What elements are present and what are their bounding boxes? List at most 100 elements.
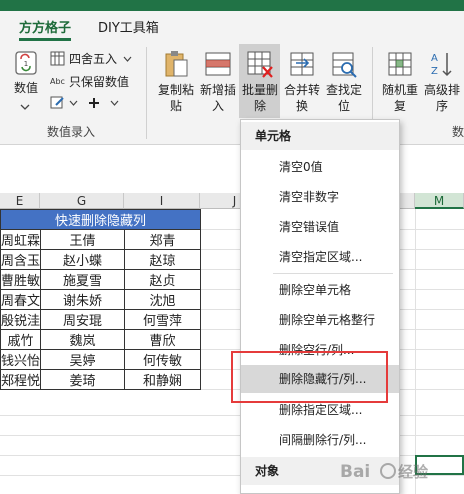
- table-row: 周春文 谢朱娇 沈旭: [0, 289, 202, 310]
- table-cell[interactable]: 赵琼: [124, 249, 202, 270]
- watermark: Bai 经验: [338, 454, 458, 488]
- menu-item-clear-zero[interactable]: 清空0值: [241, 153, 399, 181]
- column-header-m[interactable]: M: [415, 193, 464, 209]
- menu-item-delete-empty-rows[interactable]: 删除空单元格整行: [241, 306, 399, 334]
- value-convert-icon: 1: [15, 51, 37, 75]
- column-header-e[interactable]: E: [0, 193, 40, 209]
- table-cell[interactable]: 吴婷: [40, 349, 126, 370]
- advanced-sort-label-1: 高级排: [423, 83, 460, 97]
- group-label-partial: 数: [452, 125, 464, 139]
- delete-grid-icon: [247, 51, 273, 78]
- table-row: 周虹霖 王倩 郑青: [0, 229, 202, 250]
- column-header-g[interactable]: G: [40, 193, 124, 209]
- group-label-value-input: 数值录入: [47, 125, 96, 139]
- round-label: 四舍五入: [69, 52, 118, 66]
- chevron-down-icon: [69, 100, 78, 106]
- table-title-cell[interactable]: 快速删除隐藏列: [0, 209, 202, 230]
- data-table[interactable]: 快速删除隐藏列 周虹霖 王倩 郑青 周含玉 赵小蝶 赵琼 曹胜敏 施夏雪 赵贞 …: [0, 209, 202, 390]
- menu-item-clear-errors[interactable]: 清空错误值: [241, 213, 399, 241]
- menu-separator: [273, 273, 393, 274]
- edit-button[interactable]: [50, 95, 119, 110]
- copy-paste-label-2: 贴: [169, 99, 182, 113]
- table-cell[interactable]: 姜琦: [40, 369, 126, 390]
- new-insert-button[interactable]: 新增插 入: [198, 49, 238, 114]
- svg-text:Z: Z: [431, 66, 438, 77]
- svg-text:Bai: Bai: [340, 462, 370, 482]
- batch-delete-label-1: 批量删: [241, 83, 278, 97]
- new-insert-label-1: 新增插: [199, 83, 236, 97]
- table-cell[interactable]: 谢朱娇: [40, 289, 126, 310]
- random-grid-icon: [388, 52, 412, 76]
- advanced-sort-button[interactable]: A Z 高级排 序: [422, 49, 462, 114]
- title-bar: [0, 0, 464, 11]
- table-cell[interactable]: 魏岚: [40, 329, 126, 350]
- merge-convert-label-2: 换: [295, 99, 308, 113]
- insert-table-icon: [205, 52, 231, 76]
- menu-item-clear-non-numeric[interactable]: 清空非数字: [241, 183, 399, 211]
- table-row: 戚竹 魏岚 曹欣: [0, 329, 202, 350]
- table-cell[interactable]: 何传敏: [124, 349, 202, 370]
- find-locate-button[interactable]: 查找定 位: [324, 49, 364, 114]
- chevron-down-icon: [123, 56, 132, 62]
- table-cell[interactable]: 曹胜敏: [0, 269, 42, 290]
- table-row: 周含玉 赵小蝶 赵琼: [0, 249, 202, 270]
- sort-az-icon: A Z: [431, 53, 452, 77]
- random-repeat-label-2: 复: [393, 99, 406, 113]
- table-cell[interactable]: 周春文: [0, 289, 42, 310]
- value-button[interactable]: 1 数值: [8, 49, 44, 96]
- menu-item-clear-range[interactable]: 清空指定区域...: [241, 243, 399, 271]
- table-row: 钱兴怡 吴婷 何传敏: [0, 349, 202, 370]
- menu-item-interval-delete[interactable]: 间隔删除行/列...: [241, 426, 399, 454]
- abc-icon: Abc: [50, 77, 65, 86]
- tab-fangfanggezi[interactable]: 方方格子: [19, 17, 71, 36]
- chevron-down-icon[interactable]: [20, 104, 30, 110]
- table-cell[interactable]: 沈旭: [124, 289, 202, 310]
- merge-convert-button[interactable]: 合并转 换: [282, 49, 322, 114]
- keep-values-button[interactable]: Abc 只保留数值: [50, 73, 129, 90]
- plus-icon[interactable]: [88, 97, 100, 109]
- table-cell[interactable]: 王倩: [40, 229, 126, 250]
- clipboard-icon: [165, 51, 188, 77]
- keep-values-label: 只保留数值: [69, 75, 130, 89]
- table-cell[interactable]: 钱兴怡: [0, 349, 42, 370]
- menu-item-delete-empty-cells[interactable]: 删除空单元格: [241, 276, 399, 304]
- copy-paste-button[interactable]: 复制粘 贴: [156, 49, 196, 114]
- table-cell[interactable]: 周含玉: [0, 249, 42, 270]
- tab-diy-toolbox[interactable]: DIY工具箱: [98, 17, 159, 36]
- baidu-watermark-logo: Bai 经验: [340, 462, 429, 482]
- table-cell[interactable]: 和静娴: [124, 369, 202, 390]
- ribbon-tabs: 方方格子 DIY工具箱: [0, 11, 464, 41]
- new-insert-label-2: 入: [211, 99, 224, 113]
- svg-text:A: A: [431, 53, 438, 64]
- batch-delete-label-2: 除: [253, 99, 266, 113]
- table-cell[interactable]: 施夏雪: [40, 269, 126, 290]
- batch-delete-menu: 单元格 清空0值 清空非数字 清空错误值 清空指定区域... 删除空单元格 删除…: [240, 119, 400, 494]
- column-header-i[interactable]: I: [124, 193, 200, 209]
- round-icon: [50, 51, 65, 66]
- table-cell[interactable]: 郑青: [124, 229, 202, 250]
- table-cell[interactable]: 赵贞: [124, 269, 202, 290]
- round-button[interactable]: 四舍五入: [50, 50, 132, 67]
- table-cell[interactable]: 曹欣: [124, 329, 202, 350]
- table-row: 曹胜敏 施夏雪 赵贞: [0, 269, 202, 290]
- table-cell[interactable]: 周虹霖: [0, 229, 42, 250]
- table-row: 郑程悦 姜琦 和静娴: [0, 369, 202, 390]
- menu-section-cells: 单元格: [241, 122, 399, 150]
- random-repeat-button[interactable]: 随机重 复: [380, 49, 420, 114]
- svg-text:经验: 经验: [398, 463, 429, 481]
- table-cell[interactable]: 殷锐洼: [0, 309, 42, 330]
- table-cell[interactable]: 郑程悦: [0, 369, 42, 390]
- group-separator: [146, 47, 147, 139]
- table-cell[interactable]: 何雪萍: [124, 309, 202, 330]
- chevron-down-icon: [110, 100, 119, 106]
- table-cell[interactable]: 戚竹: [0, 329, 42, 350]
- edit-icon: [50, 96, 64, 109]
- table-row: 殷锐洼 周安琨 何雪萍: [0, 309, 202, 330]
- table-cell[interactable]: 赵小蝶: [40, 249, 126, 270]
- batch-delete-button[interactable]: 批量删 除: [240, 49, 280, 114]
- table-cell[interactable]: 周安琨: [40, 309, 126, 330]
- copy-paste-label-1: 复制粘: [157, 83, 194, 97]
- random-repeat-label-1: 随机重: [381, 83, 418, 97]
- find-icon: [332, 52, 357, 78]
- highlight-annotation-box: [231, 351, 388, 403]
